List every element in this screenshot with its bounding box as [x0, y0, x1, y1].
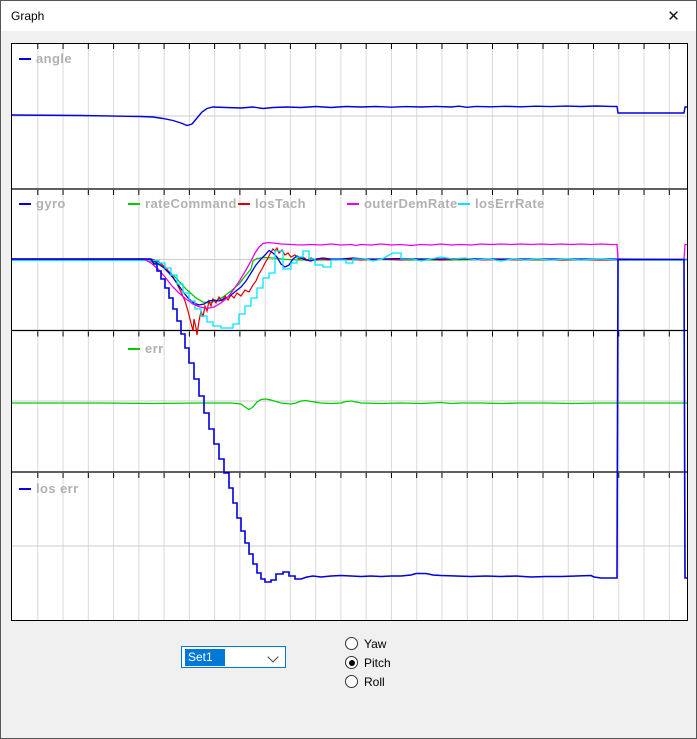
- axis-radio-group: Yaw Pitch Roll: [345, 634, 391, 691]
- plot-border: [12, 44, 688, 621]
- radio-pitch[interactable]: Pitch: [345, 653, 391, 672]
- radio-label: Yaw: [364, 637, 386, 651]
- title-bar: Graph ✕: [1, 1, 696, 31]
- plot-area: [11, 43, 688, 621]
- dataset-select[interactable]: Set1: [181, 646, 286, 668]
- radio-icon[interactable]: [345, 656, 358, 669]
- radio-icon[interactable]: [345, 637, 358, 650]
- window-title: Graph: [11, 9, 44, 23]
- graph-dialog: Graph ✕ Set1 Yaw Pitch Roll anglegyrorat…: [0, 0, 697, 739]
- graph-canvas: [11, 43, 688, 621]
- dataset-selected-value: Set1: [185, 649, 225, 666]
- radio-yaw[interactable]: Yaw: [345, 634, 391, 653]
- radio-label: Pitch: [364, 656, 391, 670]
- radio-label: Roll: [364, 675, 385, 689]
- chevron-down-icon[interactable]: [267, 651, 278, 662]
- radio-icon[interactable]: [345, 675, 358, 688]
- radio-roll[interactable]: Roll: [345, 672, 391, 691]
- close-icon[interactable]: ✕: [651, 1, 696, 30]
